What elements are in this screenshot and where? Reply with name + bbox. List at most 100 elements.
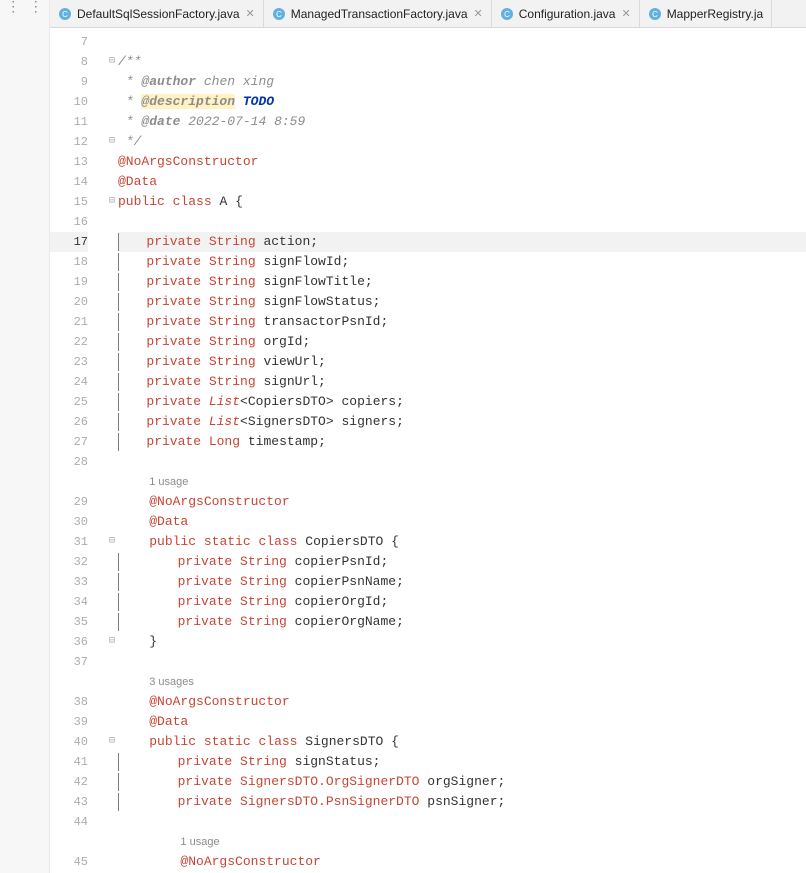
code-line[interactable]: * @description TODO xyxy=(118,92,806,112)
usage-hint[interactable]: 3 usages xyxy=(118,672,806,692)
fold-icon[interactable] xyxy=(106,552,118,572)
fold-icon[interactable] xyxy=(106,32,118,52)
code-line[interactable]: @NoArgsConstructor xyxy=(118,492,806,512)
fold-icon[interactable] xyxy=(106,332,118,352)
fold-icon[interactable] xyxy=(106,272,118,292)
code-line[interactable]: } xyxy=(118,632,806,652)
close-icon[interactable]: ✕ xyxy=(474,7,483,20)
fold-icon[interactable] xyxy=(106,752,118,772)
fold-icon[interactable] xyxy=(106,852,118,872)
fold-icon[interactable]: ⊟ xyxy=(106,732,118,752)
gutter-line[interactable]: 43 xyxy=(50,792,88,812)
fold-icon[interactable] xyxy=(106,92,118,112)
fold-icon[interactable] xyxy=(106,592,118,612)
code-line[interactable]: private String copierOrgId; xyxy=(118,592,806,612)
gutter-line[interactable]: 21 xyxy=(50,312,88,332)
fold-icon[interactable] xyxy=(106,312,118,332)
code-line[interactable]: @Data xyxy=(118,512,806,532)
code-line[interactable]: public static class CopiersDTO { xyxy=(118,532,806,552)
fold-icon[interactable] xyxy=(106,392,118,412)
gutter-line[interactable]: 9 xyxy=(50,72,88,92)
tab-defaultsql[interactable]: C DefaultSqlSessionFactory.java ✕ xyxy=(50,0,264,27)
gutter-line[interactable]: 20 xyxy=(50,292,88,312)
gutter-line[interactable]: 40 xyxy=(50,732,88,752)
usage-hint[interactable]: 1 usage xyxy=(118,472,806,492)
gutter-line[interactable]: 8 xyxy=(50,52,88,72)
gutter-line[interactable]: 22 xyxy=(50,332,88,352)
fold-icon[interactable]: ⊟ xyxy=(106,52,118,72)
code-line[interactable]: @NoArgsConstructor xyxy=(118,152,806,172)
gutter-line[interactable]: 36 xyxy=(50,632,88,652)
code-line[interactable]: @NoArgsConstructor xyxy=(118,692,806,712)
close-icon[interactable]: ✕ xyxy=(621,7,630,20)
fold-icon[interactable] xyxy=(106,452,118,472)
gutter-line[interactable]: 34 xyxy=(50,592,88,612)
gutter-line[interactable] xyxy=(50,672,88,692)
code-line[interactable]: private String copierOrgName; xyxy=(118,612,806,632)
gutter-line[interactable]: 31 xyxy=(50,532,88,552)
gutter-line[interactable]: 15 xyxy=(50,192,88,212)
code-line[interactable]: private String signFlowTitle; xyxy=(118,272,806,292)
gutter-line[interactable]: 37 xyxy=(50,652,88,672)
gutter-line[interactable]: 14 xyxy=(50,172,88,192)
gutter-line[interactable]: 44 xyxy=(50,812,88,832)
tab-configuration[interactable]: C Configuration.java ✕ xyxy=(492,0,640,27)
gutter-line[interactable]: 12 xyxy=(50,132,88,152)
usage-hint[interactable]: 1 usage xyxy=(118,832,806,852)
fold-icon[interactable]: ⊟ xyxy=(106,192,118,212)
gutter-line[interactable]: 17 xyxy=(50,232,88,252)
code-line[interactable]: @Data xyxy=(118,712,806,732)
code-line[interactable]: private List<CopiersDTO> copiers; xyxy=(118,392,806,412)
fold-icon[interactable] xyxy=(106,832,118,852)
gutter-line[interactable]: 13 xyxy=(50,152,88,172)
gutter-line[interactable]: 35 xyxy=(50,612,88,632)
gutter-line[interactable]: 19 xyxy=(50,272,88,292)
more-actions-icon[interactable]: ⋮ ⋮ xyxy=(6,4,42,12)
fold-icon[interactable] xyxy=(106,172,118,192)
code-line[interactable]: private String transactorPsnId; xyxy=(118,312,806,332)
fold-icon[interactable] xyxy=(106,812,118,832)
code-line[interactable]: @Data xyxy=(118,172,806,192)
gutter-line[interactable]: 23 xyxy=(50,352,88,372)
tab-managedtx[interactable]: C ManagedTransactionFactory.java ✕ xyxy=(264,0,492,27)
fold-icon[interactable] xyxy=(106,212,118,232)
fold-icon[interactable]: ⊟ xyxy=(106,632,118,652)
code-line[interactable]: private SignersDTO.PsnSignerDTO psnSigne… xyxy=(118,792,806,812)
gutter-line[interactable]: 33 xyxy=(50,572,88,592)
gutter-line[interactable]: 41 xyxy=(50,752,88,772)
code-line[interactable]: public class A { xyxy=(118,192,806,212)
fold-icon[interactable] xyxy=(106,572,118,592)
fold-icon[interactable] xyxy=(106,672,118,692)
fold-icon[interactable] xyxy=(106,252,118,272)
fold-icon[interactable] xyxy=(106,512,118,532)
gutter-line[interactable]: 27 xyxy=(50,432,88,452)
gutter-line[interactable]: 11 xyxy=(50,112,88,132)
gutter-line[interactable] xyxy=(50,832,88,852)
fold-icon[interactable] xyxy=(106,472,118,492)
fold-icon[interactable] xyxy=(106,412,118,432)
fold-icon[interactable]: ⊟ xyxy=(106,532,118,552)
code-line[interactable]: @NoArgsConstructor xyxy=(118,852,806,872)
code-line[interactable] xyxy=(118,812,806,832)
code-line[interactable] xyxy=(118,452,806,472)
code-line[interactable]: public static class SignersDTO { xyxy=(118,732,806,752)
gutter-line[interactable]: 38 xyxy=(50,692,88,712)
gutter-line[interactable]: 7 xyxy=(50,32,88,52)
gutter-line[interactable]: 45 xyxy=(50,852,88,872)
fold-icon[interactable] xyxy=(106,712,118,732)
code-line[interactable]: private String signUrl; xyxy=(118,372,806,392)
tab-mapperregistry[interactable]: C MapperRegistry.ja xyxy=(640,0,772,27)
gutter-line[interactable]: 39 xyxy=(50,712,88,732)
code-line[interactable] xyxy=(118,212,806,232)
fold-icon[interactable] xyxy=(106,432,118,452)
gutter-line[interactable]: 42 xyxy=(50,772,88,792)
fold-icon[interactable] xyxy=(106,652,118,672)
gutter-line[interactable]: 16 xyxy=(50,212,88,232)
code-line[interactable]: private SignersDTO.OrgSignerDTO orgSigne… xyxy=(118,772,806,792)
gutter-line[interactable]: 18 xyxy=(50,252,88,272)
code-line[interactable] xyxy=(118,652,806,672)
code-line[interactable]: private String signStatus; xyxy=(118,752,806,772)
code-line[interactable]: private String orgId; xyxy=(118,332,806,352)
fold-icon[interactable]: ⊟ xyxy=(106,132,118,152)
gutter-line[interactable]: 25 xyxy=(50,392,88,412)
